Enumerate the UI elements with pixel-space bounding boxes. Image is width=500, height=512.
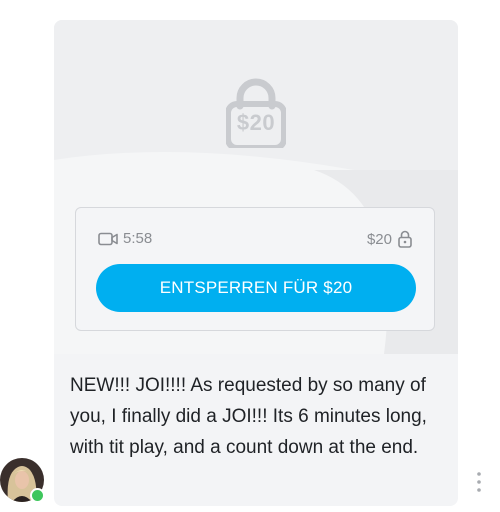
post-page: $20 5:58 $20 ENTSPERREN FÜR $20 NEW!!! J…	[0, 0, 500, 512]
post-caption: NEW!!! JOI!!!! As requested by so many o…	[70, 375, 427, 458]
unlock-panel: 5:58 $20 ENTSPERREN FÜR $20	[75, 207, 435, 331]
video-duration: 5:58	[98, 230, 152, 247]
price-info: $20	[367, 230, 412, 248]
post-card: $20 5:58 $20 ENTSPERREN FÜR $20 NEW!!! J…	[54, 20, 458, 506]
media-meta-row: 5:58 $20	[98, 230, 412, 250]
more-vertical-icon[interactable]	[475, 471, 483, 493]
price-text: $20	[366, 230, 392, 248]
online-status-indicator	[30, 488, 45, 503]
lock-price-label: $20	[236, 110, 276, 135]
duration-text: 5:58	[123, 230, 153, 247]
padlock-icon	[398, 230, 412, 248]
unlock-button[interactable]: ENTSPERREN FÜR $20	[96, 264, 416, 312]
locked-media-preview[interactable]: $20 5:58 $20 ENTSPERREN FÜR $20	[54, 20, 458, 354]
video-camera-icon	[98, 232, 118, 245]
